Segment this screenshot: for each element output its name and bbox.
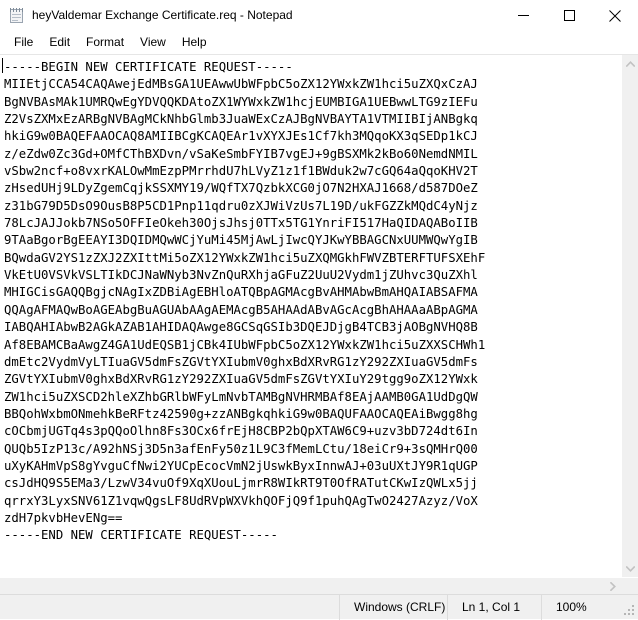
menu-item-edit[interactable]: Edit [41,33,78,53]
status-line-column: Ln 1, Col 1 [448,595,542,620]
horizontal-scroll-track[interactable] [0,578,604,595]
text-line: VkEtU0VSVkVSLTIkDCJNaWNyb3NvZnQuRXhjaGFu… [4,267,621,284]
close-icon [609,10,621,22]
text-editor[interactable]: -----BEGIN NEW CERTIFICATE REQUEST-----M… [0,55,621,577]
window-controls [500,0,638,31]
text-line: 9TAaBgorBgEEAYI3DQIDMQwWCjYuMi45MjAwLjIw… [4,232,621,249]
window-title: heyValdemar Exchange Certificate.req - N… [32,0,500,31]
text-line: cOCbmjUGTq4s3pQQoOlhn8Fs3OCx6frEjH8CBP2b… [4,423,621,440]
text-line: uXyKAHmVpS8gYvguCfNwi2YUCpEcocVmN2jUswkB… [4,458,621,475]
text-line: csJdHQ9S5EMa3/LzwV34vuOf9XqXUouLjmrR8WIk… [4,475,621,492]
minimize-icon [518,10,529,21]
text-line: -----BEGIN NEW CERTIFICATE REQUEST----- [4,59,621,76]
scroll-up-icon [626,61,635,67]
text-line: hkiG9w0BAQEFAAOCAQ8AMIIBCgKCAQEAr1vXYXJE… [4,128,621,145]
text-line: 78LcJAJJokb7NSo5OFFIeOkeh30OjsJhsj0TTx5T… [4,215,621,232]
resize-grip-icon[interactable] [624,605,635,616]
scroll-right-icon [610,582,616,591]
text-line: -----END NEW CERTIFICATE REQUEST----- [4,527,621,544]
text-line: Af8EBAMCBaAwgZ4GA1UdEQSB1jCBk4IUbWFpbC5o… [4,337,621,354]
text-line: MHIGCisGAQQBgjcNAgIxZDBiAgEBHloATQBpAGMA… [4,284,621,301]
title-bar[interactable]: heyValdemar Exchange Certificate.req - N… [0,0,638,32]
scroll-down-button[interactable] [622,560,638,577]
menu-item-view[interactable]: View [132,33,174,53]
text-line: ZGVtYXIubmV0ghxBdXRvRG1zY292ZXIuaGV5dmFs… [4,371,621,388]
scrollbar-corner [621,578,638,595]
text-line: vSbw2ncf+o8vxrKALOwMmEzpPMrrhdU7hLVyZ1z1… [4,163,621,180]
vertical-scroll-track[interactable] [622,72,638,560]
text-line: z31bG79D5DsO9OusB8P5CD1Pnp11qdru0zXJWiVz… [4,198,621,215]
menu-item-help[interactable]: Help [174,33,215,53]
text-line: zHsedUHj9LDyZgemCqjkSSXMY19/WQfTX7QzbkXC… [4,180,621,197]
certificate-text: -----BEGIN NEW CERTIFICATE REQUEST-----M… [1,57,621,545]
horizontal-scrollbar[interactable] [0,577,638,594]
scroll-up-button[interactable] [622,55,638,72]
text-cursor [2,58,3,73]
status-encoding: Windows (CRLF) [340,595,448,620]
notepad-window: heyValdemar Exchange Certificate.req - N… [0,0,638,619]
text-line: QUQb5IzP13c/A92hNSj3D5n3afEnFy50z1L9C3fM… [4,441,621,458]
menu-item-file[interactable]: File [6,33,41,53]
maximize-button[interactable] [546,0,592,31]
text-line: IABQAHIAbwB2AGkAZAB1AHIDAQAwge8GCSqGSIb3… [4,319,621,336]
scroll-down-icon [626,566,635,572]
menu-bar: File Edit Format View Help [0,32,638,54]
text-line: QQAgAFMAQwBoAGEAbgBuAGUAbAAgAEMAcgB5AHAA… [4,302,621,319]
text-line: Z2VsZXMxEzARBgNVBAgMCkNhbGlmb3JuaWExCzAJ… [4,111,621,128]
status-bar: Windows (CRLF) Ln 1, Col 1 100% [0,594,638,619]
menu-item-format[interactable]: Format [78,33,132,53]
text-line: MIIEtjCCA54CAQAwejEdMBsGA1UEAwwUbWFpbC5o… [4,76,621,93]
close-button[interactable] [592,0,638,31]
vertical-scrollbar[interactable] [621,55,638,577]
scroll-right-button[interactable] [604,578,621,595]
text-line: BgNVBAsMAk1UMRQwEgYDVQQKDAtoZX1WYWxkZW1h… [4,94,621,111]
minimize-button[interactable] [500,0,546,31]
text-line: qrrxY3LyxSNV61Z1vqwQgsLF8UdRVpWXVkhQOFjQ… [4,493,621,510]
text-line: z/eZdw0Zc3Gd+OMfCThBXDvn/vSaKeSmbFYIB7vg… [4,146,621,163]
notepad-icon [9,8,25,24]
text-line: ZW1hci5uZXSCD2hleXZhbGRlbWFyLmNvbTAMBgNV… [4,389,621,406]
text-line: BQwdaGV2YS1zZXJ2ZXIttMi5oZX12YWxkZW1hci5… [4,250,621,267]
text-line: BBQohWxbmONmehkBeRFtz42590g+zzANBgkqhkiG… [4,406,621,423]
text-line: zdH7pkvbHevENg== [4,510,621,527]
maximize-icon [564,10,575,21]
status-spacer [0,595,340,620]
editor-area: -----BEGIN NEW CERTIFICATE REQUEST-----M… [0,54,638,594]
text-line: dmEtc2VydmVyLTIuaGV5dmFsZGVtYXIubmV0ghxB… [4,354,621,371]
